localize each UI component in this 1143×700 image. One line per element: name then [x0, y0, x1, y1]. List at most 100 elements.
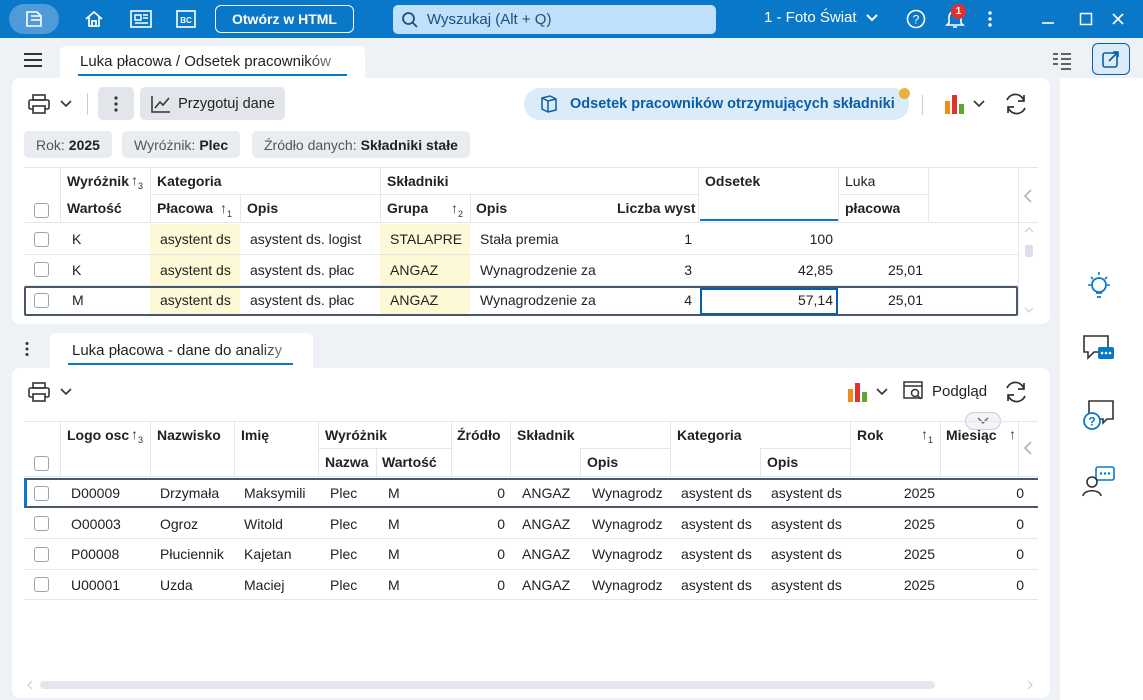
- bc-icon[interactable]: BC: [173, 4, 199, 34]
- sort-asc-icon[interactable]: ↑3: [131, 172, 143, 191]
- row-checkbox[interactable]: [34, 293, 49, 308]
- chevron-down-icon[interactable]: [60, 100, 72, 108]
- app-logo-icon[interactable]: [9, 4, 59, 34]
- cell-nazwisko: Uzda: [160, 577, 193, 593]
- header-luka-placowa[interactable]: płacowa: [845, 200, 900, 216]
- minimize-icon[interactable]: [1038, 4, 1058, 34]
- cell-imie: Kajetan: [244, 546, 292, 562]
- header-odsetek[interactable]: Odsetek: [705, 173, 760, 189]
- help-icon[interactable]: ?: [905, 4, 927, 34]
- filter-value: 2025: [68, 136, 100, 153]
- scroll-up-icon[interactable]: [1024, 226, 1034, 234]
- sort-asc-icon[interactable]: ↑1: [921, 426, 933, 445]
- print-icon[interactable]: [27, 93, 53, 115]
- chevron-left-icon[interactable]: [1023, 440, 1033, 456]
- select-all-checkbox[interactable]: [34, 203, 49, 218]
- scroll-right-icon[interactable]: [1026, 680, 1034, 690]
- cell-nazwa: Plec: [330, 577, 358, 593]
- header-miesiac[interactable]: Miesiąc: [946, 427, 1004, 443]
- header-luka[interactable]: Luka: [845, 173, 875, 189]
- header-skladniki[interactable]: Składniki: [387, 173, 448, 189]
- header-logo[interactable]: Logo osc: [67, 427, 129, 443]
- more-options-button[interactable]: [98, 87, 134, 120]
- chevron-down-icon[interactable]: [973, 100, 985, 108]
- print-icon[interactable]: [27, 381, 53, 403]
- row-checkbox[interactable]: [34, 547, 49, 562]
- help-chat-icon[interactable]: ?: [1081, 398, 1117, 434]
- header-opis[interactable]: Opis: [247, 200, 278, 216]
- header-wyroznik[interactable]: Wyróżnik: [67, 173, 129, 189]
- filter-chip-zrodlo[interactable]: Źródło danych: Składniki stałe: [252, 131, 470, 158]
- consultant-icon[interactable]: [1081, 465, 1117, 499]
- share-icon[interactable]: [1092, 43, 1130, 75]
- scrollbar-thumb[interactable]: [1025, 245, 1033, 257]
- filter-chip-wyroznik[interactable]: Wyróżnik: Plec: [122, 131, 241, 158]
- header-nazwisko[interactable]: Nazwisko: [157, 427, 221, 443]
- list-settings-icon[interactable]: [1051, 51, 1073, 71]
- more-vertical-icon[interactable]: [982, 4, 998, 34]
- sort-asc-icon[interactable]: ↑1: [220, 200, 232, 219]
- close-icon[interactable]: [1108, 4, 1128, 34]
- search-input[interactable]: Wyszukaj (Alt + Q): [393, 5, 716, 34]
- header-opis-kategorii[interactable]: Opis: [767, 454, 798, 470]
- prepare-data-button[interactable]: Przygotuj dane: [140, 87, 285, 120]
- header-liczba[interactable]: Liczba wyst: [617, 200, 697, 216]
- header-placowa[interactable]: Płacowa: [157, 200, 217, 216]
- bar-chart-icon[interactable]: [846, 381, 872, 403]
- company-selector[interactable]: 1 - Foto Świat: [764, 9, 879, 26]
- cell-opis-skladnika: Stała premia: [480, 231, 559, 247]
- maximize-icon[interactable]: [1076, 4, 1096, 34]
- header-opis-skladnika[interactable]: Opis: [476, 200, 507, 216]
- refresh-icon[interactable]: [1003, 380, 1029, 404]
- horizontal-scrollbar[interactable]: [40, 681, 935, 689]
- preview-icon: [903, 381, 923, 400]
- scroll-left-icon[interactable]: [26, 680, 34, 690]
- header-rok[interactable]: Rok: [857, 427, 883, 443]
- cell-placowa: asystent ds: [160, 262, 231, 278]
- chevron-left-icon[interactable]: [1023, 188, 1033, 204]
- tab-luka-placowa[interactable]: Luka płacowa / Odsetek pracowników: [60, 46, 365, 80]
- row-checkbox[interactable]: [34, 577, 49, 592]
- sort-order: 1: [227, 208, 233, 219]
- header-opis-skladnika[interactable]: Opis: [587, 454, 618, 470]
- cell-wartosc: M: [388, 485, 400, 501]
- select-all-checkbox[interactable]: [34, 456, 49, 471]
- news-icon[interactable]: [127, 4, 155, 34]
- cell-opis-skladnika: Wynagrodz: [592, 577, 663, 593]
- header-kategoria[interactable]: Kategoria: [157, 173, 222, 189]
- chevron-down-icon[interactable]: [60, 388, 72, 396]
- sort-asc-icon[interactable]: ↑: [1009, 426, 1018, 442]
- header-wyroznik[interactable]: Wyróżnik: [325, 427, 387, 443]
- lightbulb-icon[interactable]: [1083, 269, 1115, 303]
- chat-icon[interactable]: [1081, 333, 1117, 367]
- row-checkbox[interactable]: [34, 486, 49, 501]
- refresh-icon[interactable]: [1003, 92, 1029, 116]
- header-wartosc[interactable]: Wartość: [382, 454, 437, 470]
- bar-chart-icon[interactable]: [943, 93, 969, 115]
- header-nazwa[interactable]: Nazwa: [325, 454, 369, 470]
- header-skladnik[interactable]: Składnik: [517, 427, 575, 443]
- sort-asc-icon[interactable]: ↑2: [451, 200, 463, 219]
- header-kategoria[interactable]: Kategoria: [677, 427, 742, 443]
- home-icon[interactable]: [80, 4, 108, 34]
- filter-chip-rok[interactable]: Rok: 2025: [24, 131, 112, 158]
- row-checkbox[interactable]: [34, 516, 49, 531]
- sort-asc-icon[interactable]: ↑3: [131, 426, 143, 445]
- header-grupa[interactable]: Grupa: [387, 200, 428, 216]
- header-wartosc[interactable]: Wartość: [67, 200, 122, 216]
- header-zrodlo[interactable]: Źródło: [457, 427, 501, 443]
- header-imie[interactable]: Imię: [241, 427, 269, 443]
- scroll-down-icon[interactable]: [1024, 306, 1034, 314]
- analysis-button[interactable]: Odsetek pracowników otrzymujących składn…: [524, 88, 909, 120]
- chevron-down-icon[interactable]: [876, 388, 888, 396]
- open-html-button[interactable]: Otwórz w HTML: [215, 5, 354, 33]
- row-checkbox[interactable]: [34, 232, 49, 247]
- cell-nazwa: Plec: [330, 516, 358, 532]
- tab-dane-do-analizy[interactable]: Luka płacowa - dane do analizy: [50, 333, 313, 369]
- cell-opis: asystent ds. płac: [250, 262, 355, 278]
- row-checkbox[interactable]: [34, 262, 49, 277]
- hamburger-menu-icon[interactable]: [22, 51, 44, 69]
- more-vertical-icon[interactable]: [24, 341, 30, 357]
- more-vertical-icon: [114, 95, 118, 112]
- preview-button[interactable]: Podgląd: [902, 380, 987, 402]
